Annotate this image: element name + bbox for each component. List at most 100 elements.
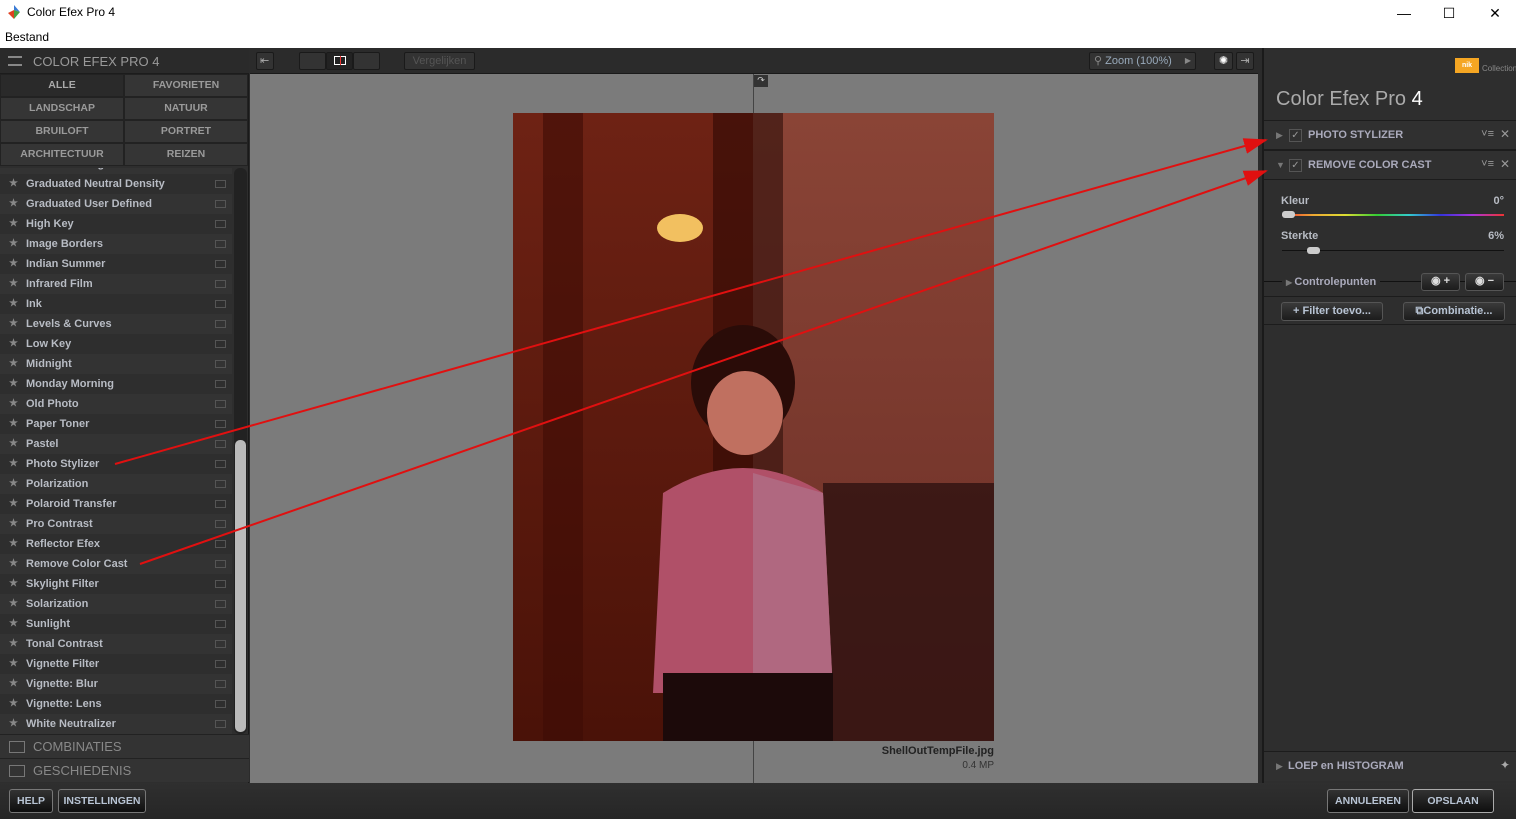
menu-bestand[interactable]: Bestand [5,30,49,44]
category-tab-landschap[interactable]: LANDSCHAP [0,97,124,120]
category-tab-architectuur[interactable]: ARCHITECTUUR [0,143,124,166]
filter-item-paper-toner[interactable]: ★ Paper Toner [0,414,232,434]
remove-filter-icon[interactable]: ✕ [1500,157,1510,171]
favorite-star-icon[interactable]: ★ [9,434,18,454]
filter-item-pastel[interactable]: ★ Pastel [0,434,232,454]
filter-item-sunlight[interactable]: ★ Sunlight [0,614,232,634]
save-button[interactable]: OPSLAAN [1412,789,1494,813]
side-by-side-button[interactable] [353,52,380,70]
remove-filter-icon[interactable]: ✕ [1500,127,1510,141]
favorite-star-icon[interactable]: ★ [9,694,18,714]
combination-button[interactable]: ⧉Combinatie... [1403,302,1505,321]
single-view-button[interactable] [299,52,326,70]
filter-item-skylight-filter[interactable]: ★ Skylight Filter [0,574,232,594]
filter-item-solarization[interactable]: ★ Solarization [0,594,232,614]
menu-icon[interactable] [8,56,22,66]
filter-item-indian-summer[interactable]: ★ Indian Summer [0,254,232,274]
settings-button[interactable]: INSTELLINGEN [58,789,146,813]
favorite-star-icon[interactable]: ★ [9,514,18,534]
help-button[interactable]: HELP [9,789,53,813]
favorite-star-icon[interactable]: ★ [9,214,18,234]
favorite-star-icon[interactable]: ★ [9,274,18,294]
filter-item-old-photo[interactable]: ★ Old Photo [0,394,232,414]
favorite-star-icon[interactable]: ★ [9,634,18,654]
split-handle-icon[interactable]: ↷ [754,75,768,87]
zoom-arrow-icon[interactable]: ▶ [1185,53,1191,69]
filter-item-photo-stylizer[interactable]: ★ Photo Stylizer [0,454,232,474]
favorite-star-icon[interactable]: ★ [9,534,18,554]
zoom-button[interactable]: ⚲ Zoom (100%) ▶ [1089,52,1196,70]
add-control-point-button[interactable]: ◉ + [1421,273,1460,291]
favorite-star-icon[interactable]: ★ [9,494,18,514]
control-points-toggle[interactable]: ▶ Controlepunten [1282,276,1381,288]
filter-item-monday-morning[interactable]: ★ Monday Morning [0,374,232,394]
enable-checkbox[interactable]: ✓ [1289,129,1302,142]
filter-item-white-neutralizer[interactable]: ★ White Neutralizer [0,714,232,734]
filter-item-vignette-filter[interactable]: ★ Vignette Filter [0,654,232,674]
category-tab-favorieten[interactable]: FAVORIETEN [124,74,248,97]
add-filter-button[interactable]: + Filter toevo... [1281,302,1383,321]
remove-control-point-button[interactable]: ◉ − [1465,273,1504,291]
filter-item-high-key[interactable]: ★ High Key [0,214,232,234]
favorite-star-icon[interactable]: ★ [9,674,18,694]
category-tab-bruiloft[interactable]: BRUILOFT [0,120,124,143]
favorite-star-icon[interactable]: ★ [9,394,18,414]
filter-item-graduated-user-defined[interactable]: ★ Graduated User Defined [0,194,232,214]
pin-icon[interactable]: ✦ [1500,758,1510,772]
filter-photo-stylizer[interactable]: ▶ ✓ PHOTO STYLIZER ˅≡ ✕ [1264,120,1516,150]
favorite-star-icon[interactable]: ★ [9,714,18,734]
favorite-star-icon[interactable]: ★ [9,614,18,634]
filter-item-pro-contrast[interactable]: ★ Pro Contrast [0,514,232,534]
filter-item-remove-color-cast[interactable]: ★ Remove Color Cast [0,554,232,574]
favorite-star-icon[interactable]: ★ [9,194,18,214]
maximize-button[interactable]: ☐ [1429,2,1469,24]
favorite-star-icon[interactable]: ★ [9,234,18,254]
background-light-button[interactable]: ✺ [1214,52,1233,70]
exit-panel-button[interactable]: ⇤ [256,52,274,70]
favorite-star-icon[interactable]: ★ [9,354,18,374]
favorite-star-icon[interactable]: ★ [9,374,18,394]
filter-item-infrared-film[interactable]: ★ Infrared Film [0,274,232,294]
expand-arrow-icon[interactable]: ▶ [1276,761,1283,772]
close-button[interactable]: ✕ [1475,2,1515,24]
collapse-arrow-icon[interactable]: ▼ [1276,160,1285,170]
filter-item-ink[interactable]: ★ Ink [0,294,232,314]
favorite-star-icon[interactable]: ★ [9,474,18,494]
filter-item-tonal-contrast[interactable]: ★ Tonal Contrast [0,634,232,654]
favorite-star-icon[interactable]: ★ [9,174,18,194]
favorite-star-icon[interactable]: ★ [9,454,18,474]
kleur-slider-handle[interactable] [1282,211,1295,218]
expand-arrow-icon[interactable]: ▶ [1276,130,1283,141]
history-section[interactable]: GESCHIEDENIS [0,758,249,782]
compare-button[interactable]: Vergelijken [404,52,475,70]
combinations-section[interactable]: COMBINATIES [0,734,249,758]
filter-remove-color-cast[interactable]: ▼ ✓ REMOVE COLOR CAST ˅≡ ✕ [1264,150,1516,180]
favorite-star-icon[interactable]: ★ [9,334,18,354]
filter-item-midnight[interactable]: ★ Midnight [0,354,232,374]
filter-menu-icon[interactable]: ˅≡ [1481,128,1494,140]
minimize-button[interactable]: — [1384,2,1424,24]
filter-item-graduated-neutral-density[interactable]: ★ Graduated Neutral Density [0,174,232,194]
favorite-star-icon[interactable]: ★ [9,554,18,574]
filter-item-low-key[interactable]: ★ Low Key [0,334,232,354]
filter-item-reflector-efex[interactable]: ★ Reflector Efex [0,534,232,554]
category-tab-alle[interactable]: ALLE [0,74,124,97]
filter-menu-icon[interactable]: ˅≡ [1481,158,1494,170]
category-tab-portret[interactable]: PORTRET [124,120,248,143]
scrollbar-thumb[interactable] [235,440,246,732]
favorite-star-icon[interactable]: ★ [9,294,18,314]
filter-item-vignette-lens[interactable]: ★ Vignette: Lens [0,694,232,714]
favorite-star-icon[interactable]: ★ [9,594,18,614]
kleur-slider-track[interactable] [1282,214,1504,216]
cancel-button[interactable]: ANNULEREN [1327,789,1409,813]
favorite-star-icon[interactable]: ★ [9,314,18,334]
filter-item-polaroid-transfer[interactable]: ★ Polaroid Transfer [0,494,232,514]
favorite-star-icon[interactable]: ★ [9,654,18,674]
favorite-star-icon[interactable]: ★ [9,254,18,274]
sterkte-slider-handle[interactable] [1306,247,1320,254]
favorite-star-icon[interactable]: ★ [9,414,18,434]
filter-item-vignette-blur[interactable]: ★ Vignette: Blur [0,674,232,694]
enable-checkbox[interactable]: ✓ [1289,159,1302,172]
split-view-button[interactable] [326,52,353,70]
filter-item-levels-curves[interactable]: ★ Levels & Curves [0,314,232,334]
